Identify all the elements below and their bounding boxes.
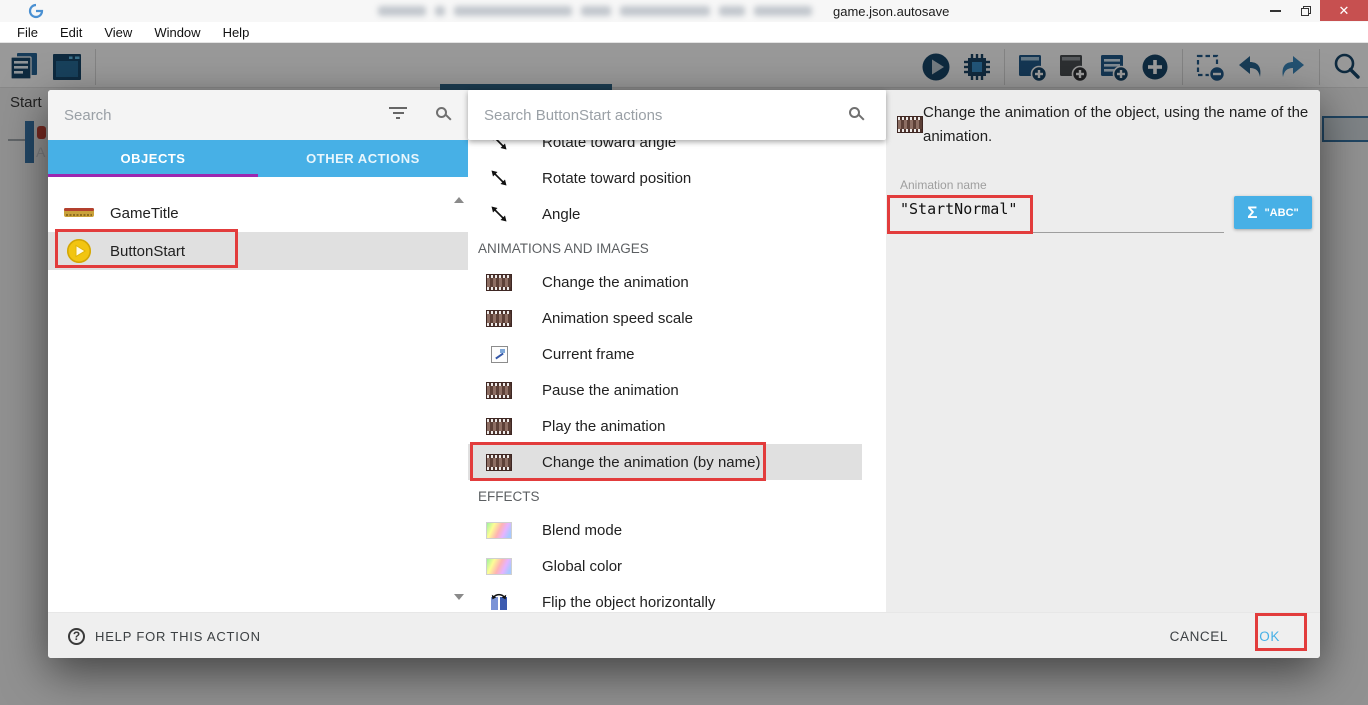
film-icon [484,274,514,291]
scroll-down-arrow[interactable] [454,594,464,600]
rotate-icon [484,168,514,188]
menu-window[interactable]: Window [143,25,211,40]
actions-panel: Rotate toward angleRotate toward positio… [468,90,886,612]
action-row[interactable]: Angle [468,196,862,232]
action-row[interactable]: Change the animation [468,264,862,300]
actions-list: Rotate toward angleRotate toward positio… [468,124,886,612]
filter-icon[interactable] [388,107,408,123]
action-row[interactable]: Global color [468,548,862,584]
menu-view[interactable]: View [93,25,143,40]
frame-icon [484,346,514,363]
action-row[interactable]: Animation speed scale [468,300,862,336]
animation-name-label: Animation name [900,178,987,192]
sigma-icon: Σ [1247,203,1257,223]
action-group-header: EFFECTS [468,480,886,512]
cancel-button[interactable]: CANCEL [1162,621,1236,651]
parameters-panel: Change the animation of the object, usin… [886,90,1320,612]
animation-name-field[interactable]: "StartNormal" [900,200,1017,218]
objects-list: GameTitleButtonStart [48,177,468,612]
action-row[interactable]: Blend mode [468,512,862,548]
close-button[interactable]: ✕ [1320,0,1368,21]
scroll-up-arrow[interactable] [454,197,464,203]
menu-edit[interactable]: Edit [49,25,93,40]
film-icon [484,418,514,435]
blend-icon [484,522,514,539]
blend-icon [484,558,514,575]
menu-help[interactable]: Help [212,25,261,40]
film-icon [484,310,514,327]
objects-search-input[interactable]: Search [48,90,468,140]
buttonstart-thumbnail [48,238,110,264]
title-bar: game.json.autosave ✕ [0,0,1368,22]
flip-icon [484,592,514,612]
object-row-gametitle[interactable]: GameTitle [48,194,468,232]
objects-panel: Search OBJECTSOTHER ACTIONS GameTitleBut… [48,90,468,612]
expression-editor-button[interactable]: Σ "ABC" [1234,196,1312,229]
action-row[interactable]: Current frame [468,336,862,372]
objects-tabs: OBJECTSOTHER ACTIONS [48,140,468,177]
menu-bar: FileEditViewWindowHelp [0,22,1368,43]
search-icon [436,107,447,118]
window-title: game.json.autosave [833,4,949,19]
rotate-icon [484,204,514,224]
tab-objects[interactable]: OBJECTS [48,140,258,177]
redacted-title-segment [378,6,812,16]
action-row[interactable]: Play the animation [468,408,862,444]
action-row[interactable]: Flip the object horizontally [468,584,862,612]
action-description: Change the animation of the object, usin… [923,101,1321,149]
gametitle-thumbnail [48,203,110,223]
action-group-header: ANIMATIONS AND IMAGES [468,232,886,264]
gdevelop-window: { "titlebar": { "title": "game.json.auto… [0,0,1368,705]
action-editor-dialog: Search OBJECTSOTHER ACTIONS GameTitleBut… [48,90,1320,658]
film-icon [484,382,514,399]
action-row[interactable]: Change the animation (by name) [468,444,862,480]
film-icon [897,116,923,133]
restore-button[interactable] [1292,0,1320,21]
object-row-buttonstart[interactable]: ButtonStart [48,232,468,270]
objects-search-placeholder: Search [64,107,112,124]
actions-search-input[interactable]: Search ButtonStart actions [468,90,886,140]
tab-other-actions[interactable]: OTHER ACTIONS [258,140,468,177]
actions-search-placeholder: Search ButtonStart actions [484,107,662,124]
field-underline [900,232,1224,233]
action-row[interactable]: Rotate toward position [468,160,862,196]
help-icon: ? [68,628,85,645]
minimize-button[interactable] [1260,0,1290,21]
ok-button[interactable]: OK [1251,621,1288,651]
gdevelop-logo-icon [28,3,44,24]
film-icon [484,454,514,471]
help-button[interactable]: ? HELP FOR THIS ACTION [68,613,261,659]
search-icon [849,107,860,118]
menu-file[interactable]: File [6,25,49,40]
dialog-footer: ? HELP FOR THIS ACTION CANCEL OK [48,612,1320,658]
action-row[interactable]: Pause the animation [468,372,862,408]
